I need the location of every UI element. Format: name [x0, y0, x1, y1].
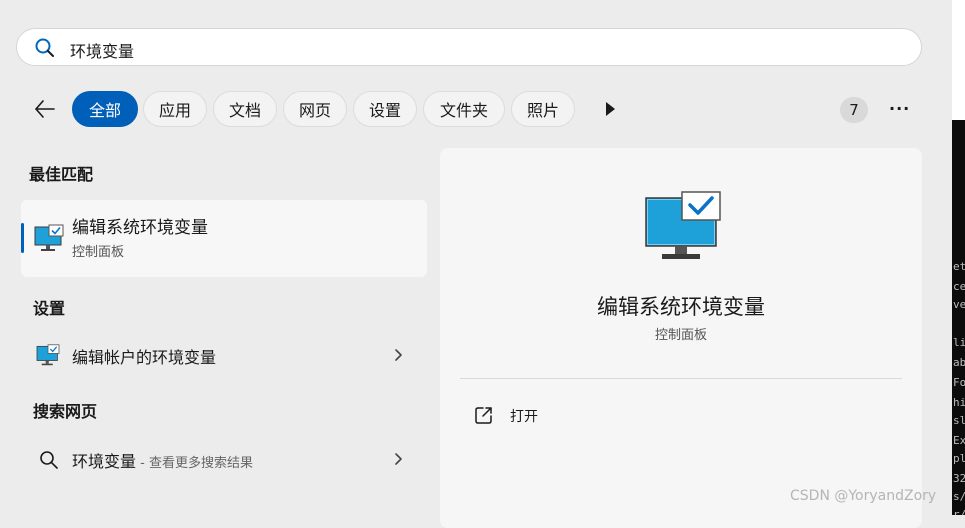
- monitor-check-icon: [34, 224, 64, 251]
- monitor-check-icon: [36, 344, 60, 366]
- background-terminal: et ce ve li ab Fo hi sl Ex pl 32 s/ r/: [952, 120, 965, 515]
- web-search-heading: 搜索网页: [33, 402, 98, 421]
- terminal-text: 32: [953, 472, 965, 485]
- tab-all[interactable]: 全部: [72, 91, 138, 127]
- detail-subtitle: 控制面板: [654, 328, 707, 343]
- search-panel: 环境变量 全部 应用 文档 网页 设置 文件夹 照片 7 ··· 最佳匹配 编辑…: [0, 0, 952, 528]
- back-arrow-icon[interactable]: [33, 97, 57, 121]
- tab-label: 照片: [526, 101, 559, 120]
- detail-divider: [460, 378, 902, 379]
- watermark: CSDN @YoryandZory: [790, 488, 937, 504]
- search-icon: [35, 38, 54, 57]
- more-options-button[interactable]: ···: [889, 99, 910, 118]
- open-external-icon: [475, 407, 492, 424]
- tab-label: 文档: [228, 101, 261, 120]
- open-action-label: 打开: [510, 409, 538, 425]
- monitor-check-icon: [645, 191, 721, 259]
- tab-settings[interactable]: 设置: [353, 91, 417, 127]
- tab-label: 文件夹: [439, 101, 488, 120]
- open-action[interactable]: 打开: [474, 402, 594, 428]
- terminal-text: s/: [953, 490, 965, 503]
- play-icon[interactable]: [604, 101, 616, 117]
- terminal-text: sl: [953, 414, 965, 427]
- count-badge[interactable]: 7: [840, 97, 868, 123]
- tab-photos[interactable]: 照片: [511, 91, 575, 127]
- tab-label: 设置: [368, 101, 401, 120]
- tab-apps[interactable]: 应用: [143, 91, 207, 127]
- chevron-right-icon: [395, 349, 402, 361]
- search-box[interactable]: 环境变量: [16, 28, 922, 66]
- terminal-text: li: [953, 336, 965, 349]
- settings-result-title: 编辑帐户的环境变量: [72, 348, 217, 367]
- settings-result-item[interactable]: 编辑帐户的环境变量: [21, 335, 427, 375]
- tab-folders[interactable]: 文件夹: [423, 91, 505, 127]
- web-result-label: 环境变量 - 查看更多搜索结果: [72, 448, 253, 472]
- tab-label: 应用: [158, 101, 191, 120]
- terminal-text: pl: [953, 452, 965, 465]
- search-input[interactable]: 环境变量: [70, 38, 134, 62]
- settings-heading: 设置: [33, 299, 66, 318]
- terminal-text: ce: [953, 280, 965, 293]
- web-result-item[interactable]: 环境变量 - 查看更多搜索结果: [21, 439, 427, 479]
- terminal-text: r/: [953, 508, 965, 515]
- best-match-heading: 最佳匹配: [29, 165, 94, 184]
- search-icon: [40, 451, 58, 469]
- terminal-text: et: [953, 260, 965, 273]
- selection-indicator: [21, 223, 24, 253]
- detail-pane: 编辑系统环境变量 控制面板 打开: [440, 148, 922, 528]
- terminal-text: Ex: [953, 434, 965, 447]
- chevron-right-icon: [395, 453, 402, 465]
- web-result-title: 环境变量: [72, 452, 137, 471]
- tab-web[interactable]: 网页: [283, 91, 347, 127]
- best-match-title: 编辑系统环境变量: [72, 218, 208, 238]
- detail-title: 编辑系统环境变量: [597, 295, 765, 319]
- terminal-text: Fo: [953, 376, 965, 389]
- tab-label: 全部: [88, 101, 121, 120]
- tab-label: 网页: [298, 101, 331, 120]
- terminal-text: ve: [953, 298, 965, 311]
- best-match-subtitle: 控制面板: [72, 245, 125, 260]
- best-match-item[interactable]: 编辑系统环境变量 控制面板: [21, 200, 427, 277]
- tab-documents[interactable]: 文档: [213, 91, 277, 127]
- terminal-text: ab: [953, 356, 965, 369]
- web-result-hint: - 查看更多搜索结果: [136, 456, 253, 471]
- terminal-text: hi: [953, 396, 965, 409]
